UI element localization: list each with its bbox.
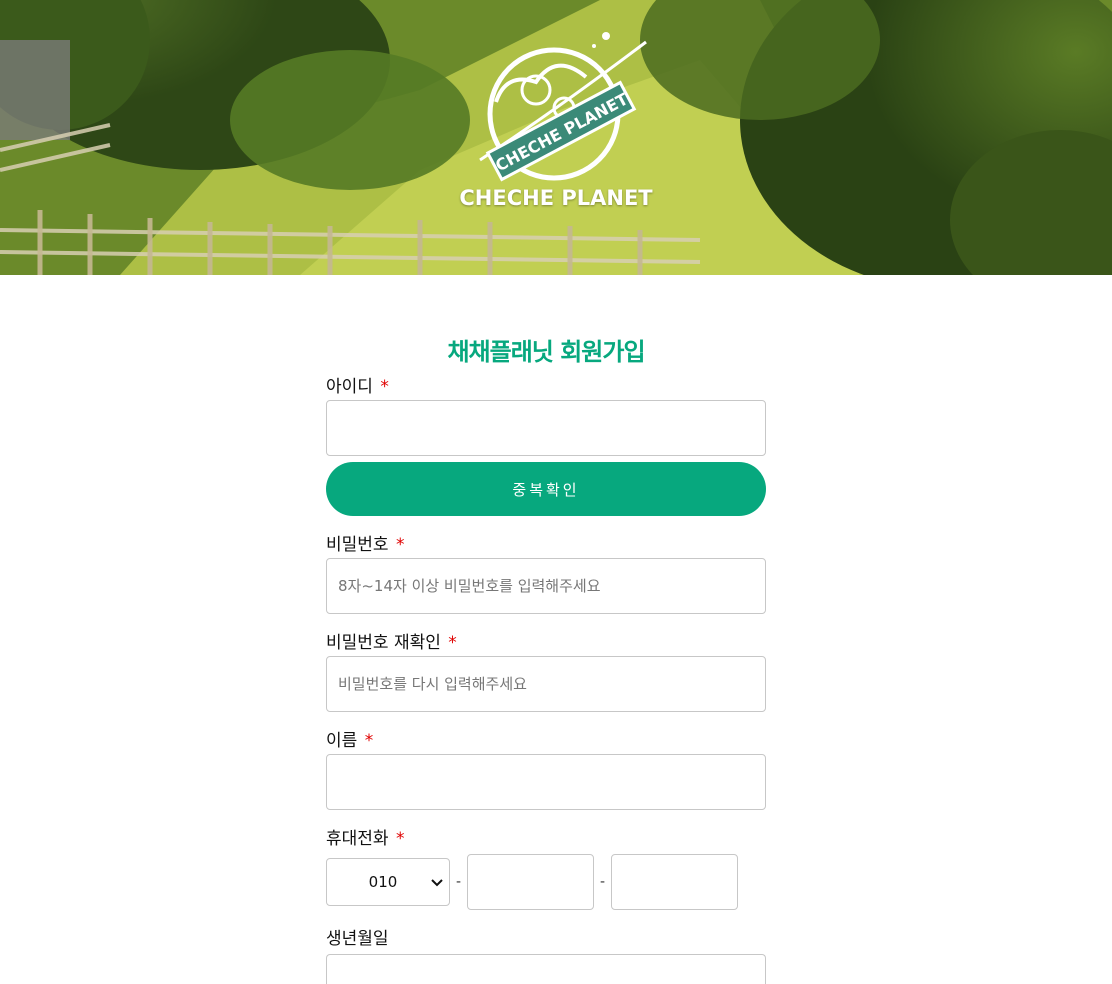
birth-input[interactable]	[326, 954, 766, 984]
password-confirm-label: 비밀번호 재확인 *	[326, 630, 766, 656]
phone-prefix-value: 010	[368, 873, 398, 891]
signup-form: 채채플래닛 회원가입 아이디 * 중복확인 비밀번호 * 비밀번호 재확인 * …	[326, 330, 766, 984]
hero-banner: CHECHE PLANET CHECHE PLANET	[0, 0, 1112, 275]
phone-label-text: 휴대전화	[326, 829, 389, 849]
phone-separator: -	[455, 874, 462, 890]
userid-label-text: 아이디	[326, 377, 373, 397]
password-confirm-input[interactable]	[326, 656, 766, 712]
password-label-text: 비밀번호	[326, 535, 389, 555]
required-mark: *	[395, 829, 405, 849]
name-label-text: 이름	[326, 731, 358, 751]
required-mark: *	[448, 633, 457, 653]
brand-wordmark: CHECHE PLANET	[459, 186, 653, 210]
phone-last-input[interactable]	[611, 854, 738, 910]
userid-label: 아이디 *	[326, 374, 766, 400]
password-input[interactable]	[326, 558, 766, 614]
required-mark: *	[364, 731, 374, 751]
page-title: 채채플래닛 회원가입	[447, 338, 645, 366]
birth-label-text: 생년월일	[326, 929, 389, 949]
name-label: 이름 *	[326, 728, 766, 754]
chevron-down-icon	[425, 873, 449, 891]
name-input[interactable]	[326, 754, 766, 810]
dup-check-button[interactable]: 중복확인	[326, 462, 766, 516]
phone-row: 010 - -	[326, 854, 766, 910]
password-label: 비밀번호 *	[326, 532, 766, 558]
required-mark: *	[380, 377, 389, 397]
phone-label: 휴대전화 *	[326, 826, 766, 852]
phone-middle-input[interactable]	[467, 854, 594, 910]
phone-prefix-select[interactable]: 010	[326, 858, 450, 906]
phone-separator: -	[599, 874, 606, 890]
password-confirm-label-text: 비밀번호 재확인	[326, 633, 441, 653]
required-mark: *	[395, 535, 405, 555]
userid-input[interactable]	[326, 400, 766, 456]
birth-label: 생년월일	[326, 926, 766, 952]
